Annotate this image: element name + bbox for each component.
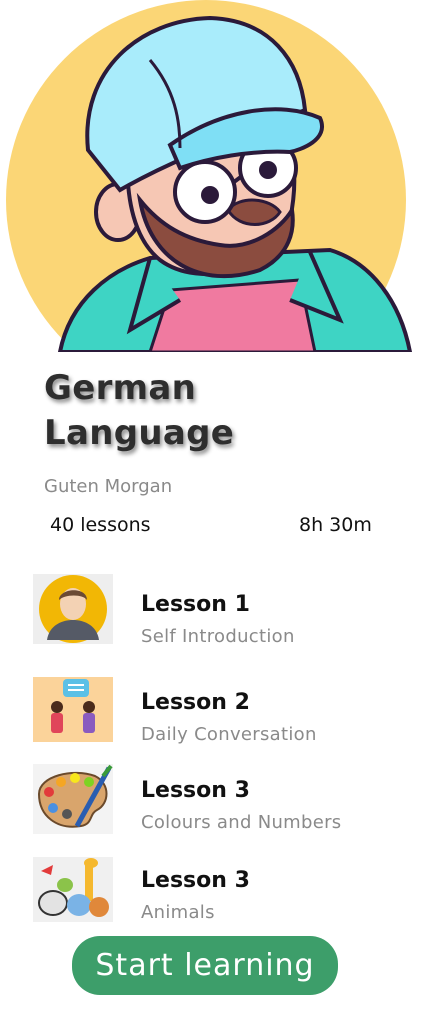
lessons-count: 40 lessons <box>50 514 151 536</box>
course-duration: 8h 30m <box>299 514 372 536</box>
hero-illustration <box>0 0 430 352</box>
paint-palette-icon <box>33 764 113 834</box>
lesson-2-subtitle: Daily Conversation <box>141 724 317 745</box>
title-line-1: German <box>44 368 197 408</box>
lesson-2-thumbnail[interactable] <box>33 677 113 742</box>
lesson-1-subtitle: Self Introduction <box>141 626 295 647</box>
lesson-1-thumbnail[interactable] <box>33 574 113 644</box>
course-subtitle: Guten Morgan <box>44 476 173 497</box>
lesson-1-title[interactable]: Lesson 1 <box>141 592 250 617</box>
lesson-3-thumbnail[interactable] <box>33 764 113 834</box>
animals-icon <box>33 857 113 922</box>
lesson-4-thumbnail[interactable] <box>33 857 113 922</box>
lesson-3-title[interactable]: Lesson 3 <box>141 778 250 803</box>
title-line-2: Language <box>44 413 235 453</box>
page-title: German Language <box>44 366 234 456</box>
lesson-4-title[interactable]: Lesson 3 <box>141 868 250 893</box>
lesson-4-subtitle: Animals <box>141 902 215 923</box>
avatar-icon <box>33 574 113 644</box>
conversation-icon <box>33 677 113 742</box>
lesson-2-title[interactable]: Lesson 2 <box>141 690 250 715</box>
start-learning-button[interactable]: Start learning <box>72 936 338 995</box>
lesson-3-subtitle: Colours and Numbers <box>141 812 342 833</box>
